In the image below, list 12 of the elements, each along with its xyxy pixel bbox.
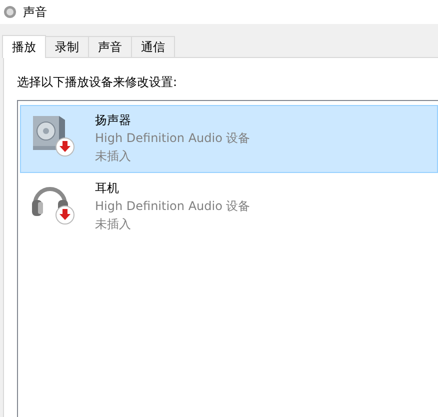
device-item[interactable]: 扬声器 High Definition Audio 设备 未插入 xyxy=(20,105,438,173)
device-item[interactable]: 耳机 High Definition Audio 设备 未插入 xyxy=(20,173,438,241)
instruction-text: 选择以下播放设备来修改设置: xyxy=(17,74,178,91)
window-title: 声音 xyxy=(23,4,47,20)
device-status: 未插入 xyxy=(95,216,132,233)
tab[interactable]: 通信 xyxy=(131,36,175,57)
device-status: 未插入 xyxy=(95,148,132,165)
tab[interactable]: 播放 xyxy=(2,35,46,58)
device-driver: High Definition Audio 设备 xyxy=(95,198,250,215)
device-driver: High Definition Audio 设备 xyxy=(95,130,250,147)
device-name: 耳机 xyxy=(95,180,120,197)
device-name: 扬声器 xyxy=(95,112,132,129)
